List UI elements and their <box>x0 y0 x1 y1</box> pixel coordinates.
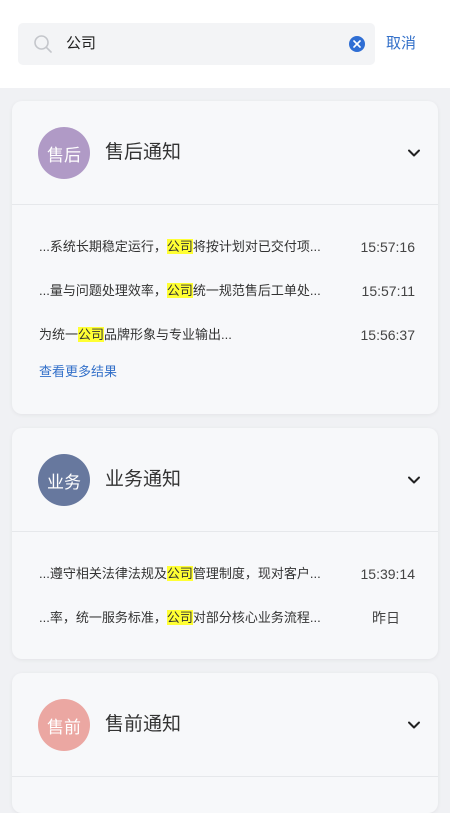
chevron-down-icon[interactable] <box>406 145 422 161</box>
result-time: 15:56:37 <box>360 327 416 343</box>
search-query-text[interactable]: 公司 <box>66 23 96 65</box>
keyword-highlight: 公司 <box>166 239 193 254</box>
group-title: 售后通知 <box>105 142 182 163</box>
keyword-highlight: 公司 <box>166 283 193 298</box>
result-row[interactable]: ...量与问题处理效率，公司统一规范售后工单处... 15:57:11 <box>12 269 438 313</box>
result-snippet: ...系统长期稳定运行，公司将按计划对已交付项... <box>39 239 321 254</box>
result-snippet: ...率，统一服务标准，公司对部分核心业务流程... <box>39 610 321 625</box>
group-title: 售前通知 <box>105 714 182 735</box>
group-avatar: 售前 <box>38 699 90 751</box>
result-row[interactable]: ...遵守相关法律法规及公司管理制度，现对客户... 15:39:14 <box>12 552 438 596</box>
result-time: 15:39:14 <box>360 566 416 582</box>
group-title: 业务通知 <box>105 469 182 490</box>
result-row[interactable]: ...率，统一服务标准，公司对部分核心业务流程... 昨日 <box>12 596 438 640</box>
group-card-business: 业务 业务通知 ...遵守相关法律法规及公司管理制度，现对客户... 15:39… <box>12 428 438 659</box>
search-header: 公司 取消 <box>0 0 450 88</box>
result-row[interactable]: 为统一公司品牌形象与专业输出... 15:56:37 <box>12 313 438 357</box>
cancel-button[interactable]: 取消 <box>386 23 416 65</box>
result-row[interactable]: ...系统长期稳定运行，公司将按计划对已交付项... 15:57:16 <box>12 225 438 269</box>
close-icon <box>353 40 361 48</box>
group-header[interactable]: 售后 售后通知 <box>12 101 438 205</box>
result-snippet: ...量与问题处理效率，公司统一规范售后工单处... <box>39 283 321 298</box>
keyword-highlight: 公司 <box>166 610 193 625</box>
result-time: 昨日 <box>372 610 400 626</box>
group-avatar: 售后 <box>38 127 90 179</box>
search-input[interactable]: 公司 <box>18 23 375 65</box>
group-header[interactable]: 售前 售前通知 <box>12 673 438 777</box>
group-card-after-sales: 售后 售后通知 ...系统长期稳定运行，公司将按计划对已交付项... 15:57… <box>12 101 438 414</box>
chevron-down-icon[interactable] <box>406 472 422 488</box>
group-header[interactable]: 业务 业务通知 <box>12 428 438 532</box>
result-snippet: 为统一公司品牌形象与专业输出... <box>39 327 232 342</box>
keyword-highlight: 公司 <box>166 566 193 581</box>
group-avatar: 业务 <box>38 454 90 506</box>
clear-search-button[interactable] <box>349 36 365 52</box>
keyword-highlight: 公司 <box>78 327 105 342</box>
group-card-pre-sales: 售前 售前通知 <box>12 673 438 813</box>
view-more-link[interactable]: 查看更多结果 <box>39 361 117 380</box>
result-time: 15:57:16 <box>360 239 416 255</box>
search-icon <box>34 35 52 53</box>
result-time: 15:57:11 <box>361 283 415 299</box>
result-snippet: ...遵守相关法律法规及公司管理制度，现对客户... <box>39 566 321 581</box>
chevron-down-icon[interactable] <box>406 717 422 733</box>
